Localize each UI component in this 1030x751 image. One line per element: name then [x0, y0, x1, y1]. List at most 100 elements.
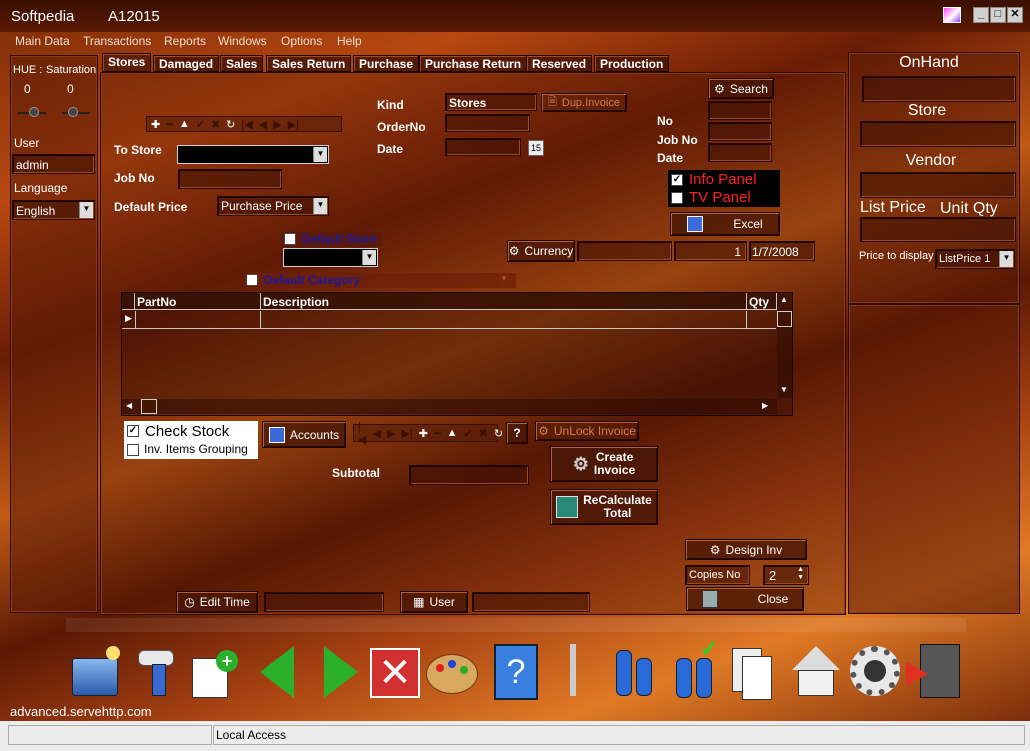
tab-sales-return[interactable]: Sales Return [266, 55, 352, 72]
prev-record-icon[interactable]: ◀ [259, 118, 267, 131]
edit-record-icon[interactable]: ▲ [179, 118, 190, 130]
palette-icon[interactable] [424, 640, 480, 702]
table-row[interactable]: ▶ [122, 311, 776, 329]
back-arrow-icon[interactable] [254, 640, 310, 702]
scroll-left-icon[interactable]: ◀ [126, 401, 132, 410]
currency-rate-field[interactable]: 1 [674, 241, 747, 261]
default-price-select[interactable]: Purchase Price ▼ [217, 196, 329, 216]
settings-gear-icon[interactable] [848, 640, 904, 702]
calendar-icon[interactable]: 15 [528, 140, 544, 156]
post-record-icon[interactable]: ✔ [463, 427, 472, 440]
vendor-field[interactable] [860, 172, 1016, 198]
menu-transactions[interactable]: Transactions [83, 34, 151, 48]
delete-record-icon[interactable]: ━ [166, 118, 173, 131]
magic-wand-icon[interactable] [943, 7, 961, 23]
tab-sales[interactable]: Sales [220, 55, 264, 72]
default-store-select[interactable]: ▼ [283, 248, 378, 267]
tv-panel-checkbox[interactable] [671, 192, 683, 204]
menu-reports[interactable]: Reports [164, 34, 206, 48]
hscroll-thumb[interactable] [141, 399, 157, 414]
edit-time-button[interactable]: ◷ Edit Time [176, 591, 258, 613]
subtotal-field[interactable] [409, 465, 529, 485]
exit-door-icon[interactable] [906, 640, 962, 702]
cancel-record-icon[interactable]: ✖ [211, 118, 220, 131]
no-field[interactable] [708, 122, 772, 141]
tab-purchase[interactable]: Purchase [353, 55, 420, 72]
documents-icon[interactable] [728, 640, 784, 702]
menu-help[interactable]: Help [337, 34, 362, 48]
onhand-field[interactable] [862, 76, 1016, 102]
list-price-field[interactable] [860, 217, 1016, 242]
next-record-icon[interactable]: ▶ [387, 427, 395, 440]
home-icon[interactable] [788, 640, 844, 702]
refresh-icon[interactable]: ↻ [226, 118, 235, 131]
close-window-icon[interactable]: ✕ [1007, 7, 1023, 23]
help-button[interactable]: ? [506, 422, 528, 444]
detail-navigator[interactable]: |◀ ◀ ▶ ▶| ✚ ━ ▲ ✔ ✖ ↻ [353, 421, 503, 446]
close-button[interactable]: Close [686, 587, 804, 611]
spinner-arrows-icon[interactable]: ▲ ▼ [797, 566, 804, 582]
hue-slider-thumb[interactable] [29, 107, 39, 117]
first-record-icon[interactable]: |◀ [358, 421, 366, 446]
bottles-icon[interactable] [610, 640, 666, 702]
tab-reserved[interactable]: Reserved [526, 55, 593, 72]
minimize-icon[interactable]: _ [973, 7, 989, 23]
create-invoice-button[interactable]: ⚙ Create Invoice [550, 446, 658, 482]
cell-description[interactable] [261, 311, 747, 329]
last-record-icon[interactable]: ▶| [288, 118, 299, 131]
record-navigator[interactable]: ✚ ━ ▲ ✔ ✖ ↻ |◀ ◀ ▶ ▶| [146, 116, 342, 132]
cancel-record-icon[interactable]: ✖ [479, 427, 488, 440]
to-store-select[interactable]: ▼ [177, 145, 329, 164]
default-store-checkbox[interactable] [284, 233, 296, 245]
tab-damaged[interactable]: Damaged [153, 55, 220, 72]
job-no-field[interactable] [178, 169, 282, 189]
scroll-right-icon[interactable]: ▶ [762, 401, 768, 410]
grid-header-qty[interactable]: Qty [747, 293, 777, 310]
price-to-display-select[interactable]: ListPrice 1 ▼ [935, 249, 1015, 269]
copies-spinner[interactable]: 2 ▲ ▼ [763, 565, 809, 585]
tab-stores[interactable]: Stores [102, 53, 152, 72]
cell-partno[interactable] [135, 311, 261, 329]
user-bottom-field[interactable] [472, 592, 590, 612]
design-inv-button[interactable]: ⚙ Design Inv [685, 539, 807, 560]
default-category-checkbox[interactable] [246, 274, 258, 286]
grid-header-partno[interactable]: PartNo [135, 293, 261, 310]
currency-date-field[interactable]: 1/7/2008 [749, 241, 815, 261]
cell-qty[interactable] [747, 311, 776, 329]
help-book-icon[interactable]: ? [490, 640, 546, 702]
date-field[interactable] [445, 138, 521, 156]
delete-icon[interactable]: ✕ [368, 640, 424, 702]
grid-header-description[interactable]: Description [261, 293, 747, 310]
language-select[interactable]: English ▼ [12, 200, 95, 220]
order-no-field[interactable] [445, 114, 530, 132]
recalculate-total-button[interactable]: ReCalculate Total [550, 489, 658, 525]
delete-record-icon[interactable]: ━ [434, 427, 441, 440]
refresh-icon[interactable]: ↻ [494, 427, 503, 440]
tab-purchase-return[interactable]: Purchase Return [419, 55, 528, 72]
edit-time-field[interactable] [264, 592, 384, 612]
user-button[interactable]: ▦ User [400, 591, 468, 613]
new-document-icon[interactable]: + [190, 640, 246, 702]
currency-field[interactable] [577, 241, 672, 261]
bottles-check-icon[interactable]: ✓ [670, 636, 726, 702]
job-no-right-field[interactable] [708, 143, 772, 162]
saturation-slider-thumb[interactable] [68, 107, 78, 117]
chevron-down-icon[interactable]: ▼ [500, 274, 508, 283]
search-button[interactable]: ⚙ Search [708, 78, 774, 99]
add-record-icon[interactable]: ✚ [151, 118, 160, 131]
search-no-top-field[interactable] [708, 101, 772, 120]
unlock-invoice-button[interactable]: ⚙ UnLock Invoice [535, 421, 639, 441]
scroll-up-icon[interactable]: ▲ [780, 295, 788, 304]
maximize-icon[interactable]: □ [990, 7, 1006, 23]
first-record-icon[interactable]: |◀ [241, 118, 252, 131]
tab-production[interactable]: Production [594, 55, 670, 72]
forward-arrow-icon[interactable] [316, 640, 372, 702]
items-grid[interactable]: PartNo Description Qty ▶ ▲ ▼ ◀ ▶ [121, 292, 793, 416]
grid-horizontal-scrollbar[interactable]: ◀ ▶ [122, 399, 777, 414]
post-record-icon[interactable]: ✔ [196, 118, 205, 131]
scanner-icon[interactable] [130, 640, 186, 702]
currency-button[interactable]: ⚙ Currency [507, 240, 575, 262]
user-field[interactable]: admin [12, 154, 95, 174]
accounts-button[interactable]: Accounts [262, 421, 346, 448]
excel-button[interactable]: Excel [670, 212, 780, 236]
